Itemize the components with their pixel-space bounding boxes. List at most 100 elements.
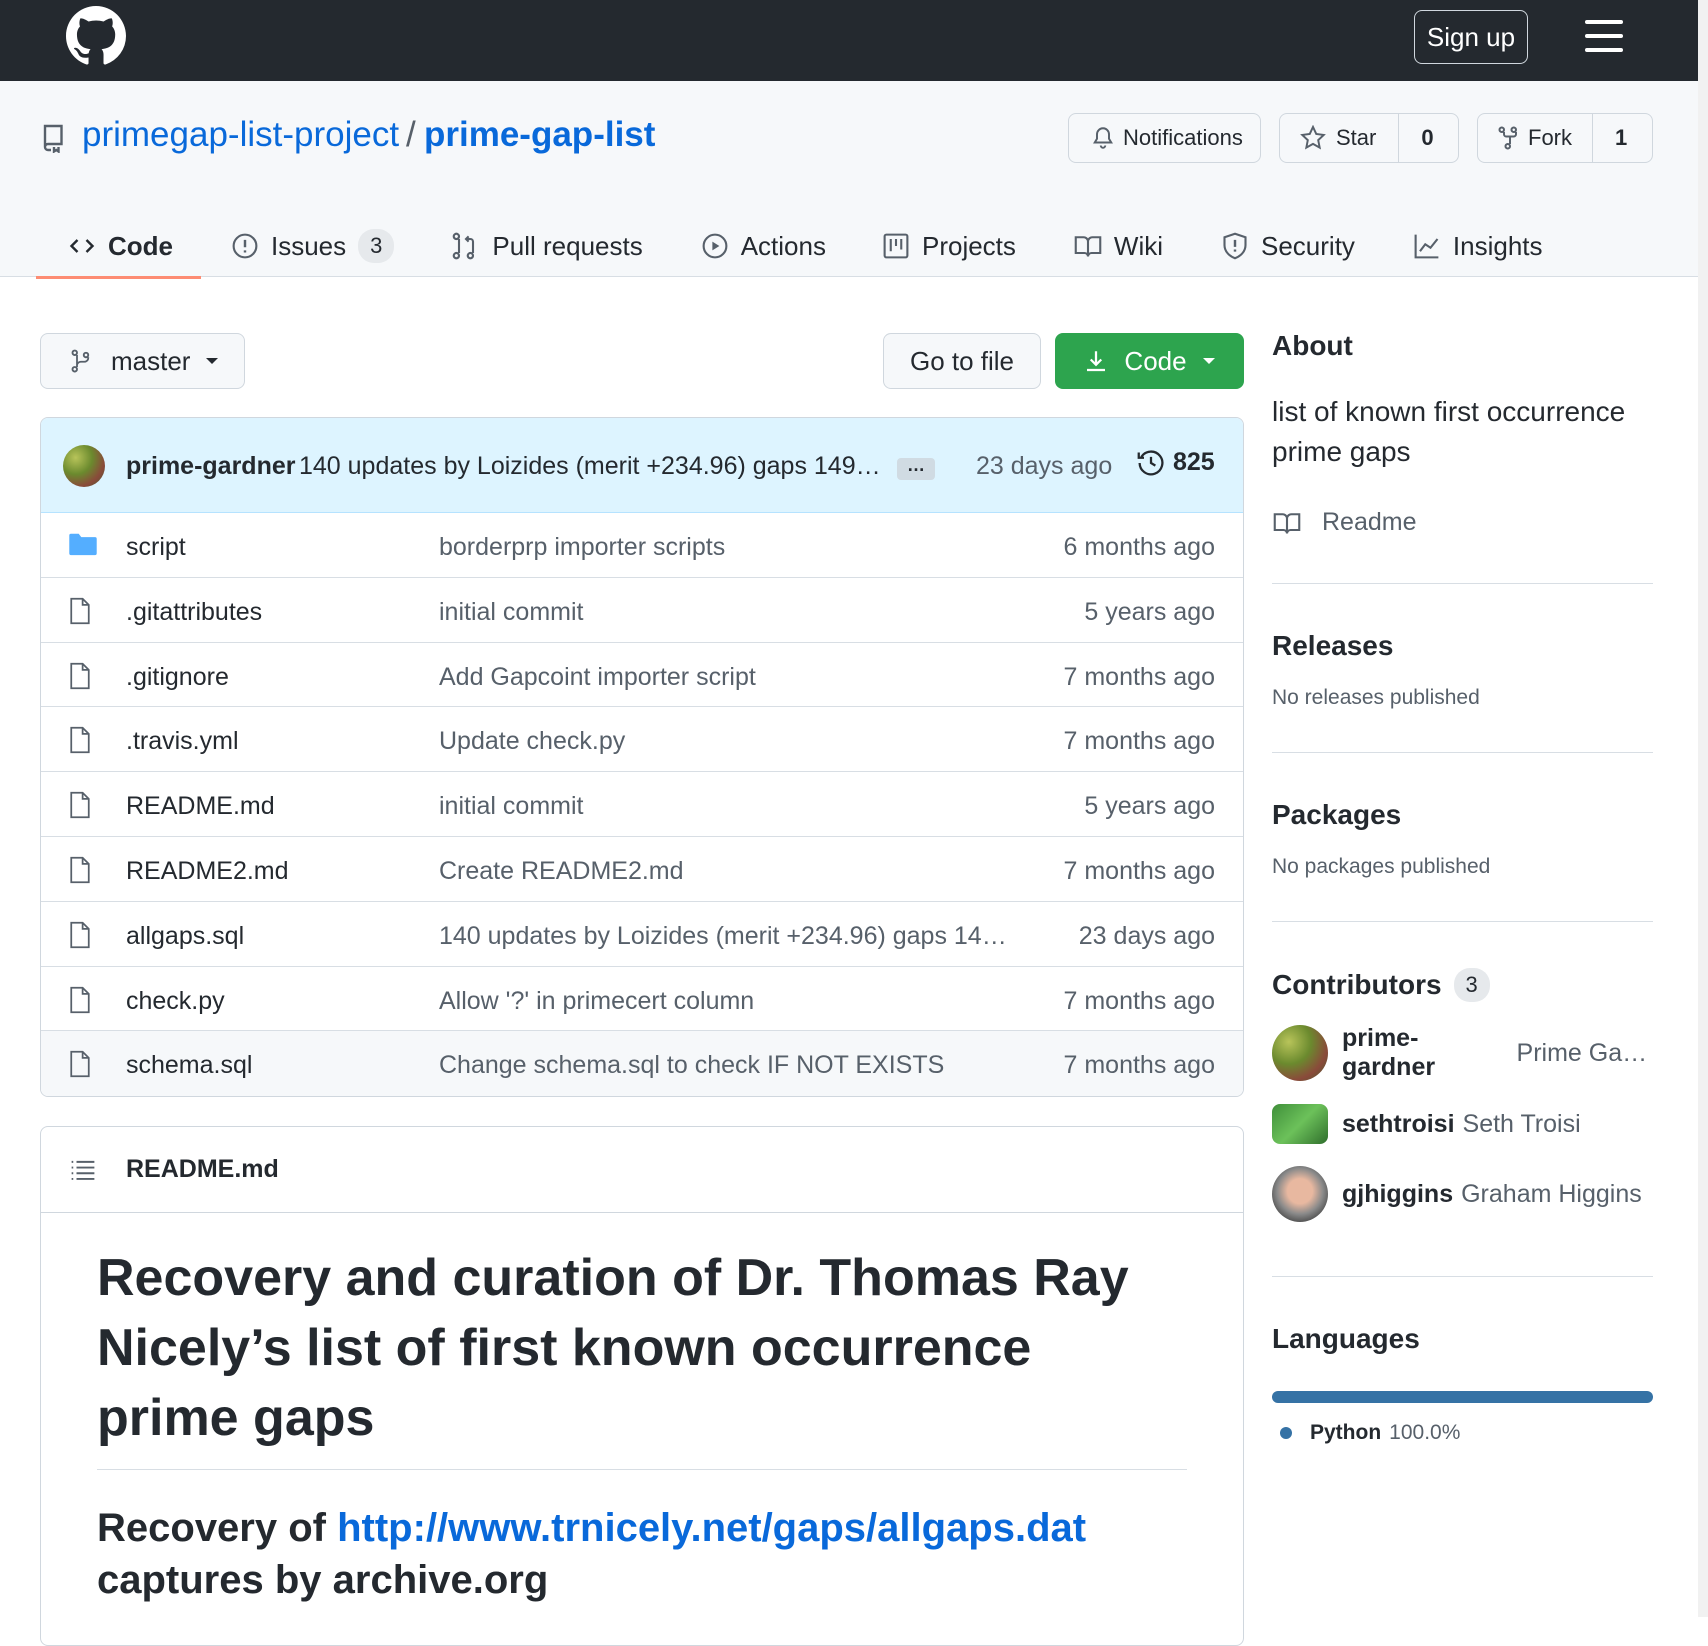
subheading-suffix: captures by archive.org <box>97 1558 549 1602</box>
file-icon <box>69 597 91 625</box>
tab-label: Security <box>1261 230 1355 261</box>
readme-header: README.md <box>41 1127 1243 1213</box>
avatar[interactable] <box>63 445 105 487</box>
tab-label: Projects <box>921 230 1016 261</box>
file-row[interactable]: check.py Allow '?' in primecert column 7 m… <box>41 967 1243 1032</box>
contributor-item[interactable]: sethtroisi Seth Troisi <box>1272 1104 1653 1144</box>
notifications-button[interactable]: Notifications <box>1068 113 1261 163</box>
tab-security[interactable]: Security <box>1221 211 1355 277</box>
file-commit-time: 7 months ago <box>1063 856 1216 885</box>
file-commit-message-link[interactable]: Allow '?' in primecert column <box>439 987 1009 1016</box>
file-commit-message-link[interactable]: initial commit <box>439 598 1009 627</box>
file-row[interactable]: schema.sql Change schema.sql to check IF … <box>41 1031 1243 1096</box>
tab-label: Wiki <box>1113 230 1163 261</box>
tab-actions[interactable]: Actions <box>701 211 826 277</box>
branch-select-button[interactable]: master <box>40 333 245 389</box>
contributors-title[interactable]: Contributors <box>1272 969 1442 1001</box>
file-name-link[interactable]: .travis.yml <box>126 727 239 756</box>
commit-count: 825 <box>1173 448 1215 476</box>
fork-count: 1 <box>1592 114 1649 162</box>
tab-pull-requests[interactable]: Pull requests <box>452 211 643 277</box>
tab-wiki[interactable]: Wiki <box>1074 211 1163 277</box>
file-commit-message-link[interactable]: initial commit <box>439 792 1009 821</box>
file-commit-message-link[interactable]: borderprp importer scripts <box>439 533 1009 562</box>
file-name-link[interactable]: README2.md <box>126 857 289 886</box>
file-commit-time: 7 months ago <box>1063 727 1216 756</box>
contributor-login[interactable]: sethtroisi <box>1342 1110 1455 1139</box>
file-row[interactable]: .gitignore Add Gapcoint importer script 7 … <box>41 643 1243 708</box>
repo-owner-link[interactable]: primegap-list-project <box>82 115 399 155</box>
file-row[interactable]: allgaps.sql 140 updates by Loizides (meri… <box>41 902 1243 967</box>
contributor-login[interactable]: prime-gardner <box>1342 1024 1509 1082</box>
list-icon[interactable] <box>69 1157 97 1183</box>
file-commit-message-link[interactable]: 140 updates by Loizides (merit +234.96) … <box>439 922 1009 951</box>
fork-label: Fork <box>1528 125 1572 150</box>
file-name-link[interactable]: check.py <box>126 987 225 1016</box>
tab-issues[interactable]: Issues 3 <box>231 211 395 277</box>
file-commit-time: 23 days ago <box>1078 921 1215 950</box>
file-name-link[interactable]: allgaps.sql <box>126 922 244 951</box>
avatar[interactable] <box>1272 1166 1328 1222</box>
file-row[interactable]: script borderprp importer scripts 6 months… <box>41 513 1243 578</box>
commit-author-link[interactable]: prime-gardner <box>126 452 295 481</box>
book-icon <box>1074 232 1102 260</box>
expand-commit-button[interactable]: … <box>897 456 935 480</box>
repo-icon <box>43 124 63 153</box>
star-label: Star <box>1336 125 1377 150</box>
sign-up-button[interactable]: Sign up <box>1414 10 1528 64</box>
file-icon <box>69 856 91 884</box>
contributor-name: Prime Gar… <box>1516 1038 1653 1067</box>
about-description: list of known first occurrence prime gap… <box>1272 396 1626 467</box>
project-icon <box>882 232 910 260</box>
repo-name-link[interactable]: prime-gap-list <box>424 115 655 155</box>
file-commit-message-link[interactable]: Change schema.sql to check IF NOT EXISTS <box>439 1051 1009 1080</box>
file-commit-message-link[interactable]: Create README2.md <box>439 857 1009 886</box>
github-logo-icon[interactable] <box>66 6 126 66</box>
tab-projects[interactable]: Projects <box>882 211 1016 277</box>
readme-sidebar-link[interactable]: Readme <box>1272 508 1653 537</box>
git-branch-icon <box>71 347 95 375</box>
go-to-file-button[interactable]: Go to file <box>883 333 1041 389</box>
tab-code[interactable]: Code <box>36 211 201 279</box>
hamburger-menu-icon[interactable] <box>1585 20 1623 54</box>
file-commit-time: 7 months ago <box>1063 986 1216 1015</box>
contributor-item[interactable]: prime-gardner Prime Gar… <box>1272 1024 1653 1082</box>
contributor-login[interactable]: gjhiggins <box>1342 1180 1453 1209</box>
contributor-item[interactable]: gjhiggins Graham Higgins <box>1272 1166 1653 1222</box>
file-name-link[interactable]: .gitignore <box>126 663 229 692</box>
avatar[interactable] <box>1272 1104 1328 1144</box>
issues-count-badge: 3 <box>358 229 395 263</box>
tab-insights[interactable]: Insights <box>1413 211 1543 277</box>
divider <box>1272 583 1653 584</box>
allgaps-link[interactable]: http://www.trnicely.net/gaps/allgaps.dat <box>337 1506 1086 1550</box>
file-commit-message-link[interactable]: Add Gapcoint importer script <box>439 663 1009 692</box>
star-button[interactable]: Star 0 <box>1279 113 1459 163</box>
page-scrollbar[interactable] <box>1698 0 1708 1617</box>
file-commit-time: 5 years ago <box>1084 792 1215 821</box>
commit-message-link[interactable]: 140 updates by Loizides (merit +234.96) … <box>299 452 909 481</box>
commit-history-link[interactable]: 825 <box>1137 448 1215 477</box>
language-item[interactable]: Python 100.0% <box>1272 1421 1653 1445</box>
subheading-prefix: Recovery of <box>97 1506 338 1550</box>
file-commit-time: 7 months ago <box>1063 1051 1216 1080</box>
file-name-link[interactable]: schema.sql <box>126 1051 252 1080</box>
code-button-label: Code <box>1124 345 1187 376</box>
code-download-button[interactable]: Code <box>1055 333 1244 389</box>
file-name-link[interactable]: .gitattributes <box>126 598 262 627</box>
file-name-link[interactable]: README.md <box>126 792 275 821</box>
avatar[interactable] <box>1272 1025 1328 1081</box>
file-commit-message-link[interactable]: Update check.py <box>439 727 1009 756</box>
fork-button[interactable]: Fork 1 <box>1477 113 1653 163</box>
readme-panel: README.md Recovery and curation of Dr. T… <box>40 1126 1244 1646</box>
packages-title[interactable]: Packages <box>1272 799 1653 831</box>
file-row[interactable]: .gitattributes initial commit 5 years ago <box>41 578 1243 643</box>
releases-title[interactable]: Releases <box>1272 630 1653 662</box>
branch-name: master <box>111 345 191 376</box>
readme-filename[interactable]: README.md <box>126 1155 279 1184</box>
file-name-link[interactable]: script <box>126 533 186 562</box>
file-row[interactable]: README2.md Create README2.md 7 months ago <box>41 837 1243 902</box>
file-row[interactable]: .travis.yml Update check.py 7 months ago <box>41 707 1243 773</box>
file-row[interactable]: README.md initial commit 5 years ago <box>41 772 1243 837</box>
file-commit-time: 7 months ago <box>1063 662 1216 691</box>
file-icon <box>69 662 91 690</box>
